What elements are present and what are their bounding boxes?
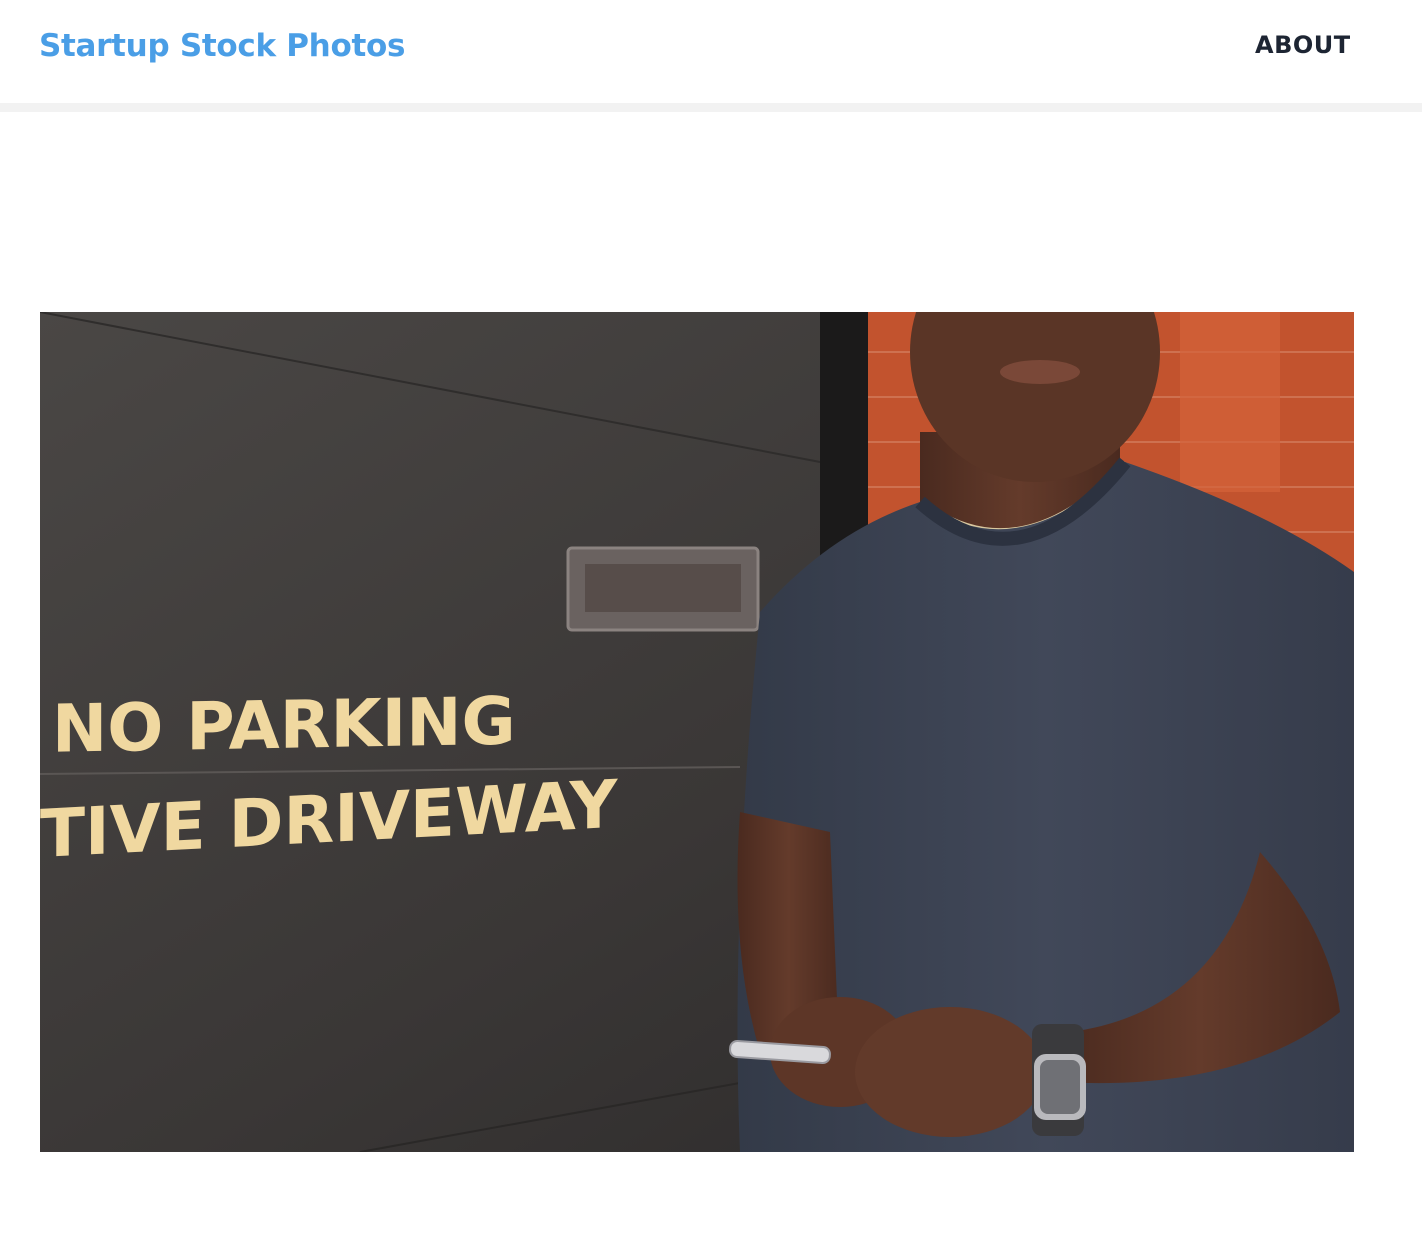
nav-about-link[interactable]: ABOUT [1255, 28, 1351, 62]
sign-text-line-1: NO PARKING [52, 683, 516, 768]
brick-pillar [1180, 312, 1280, 492]
site-logo-link[interactable]: Startup Stock Photos [39, 26, 405, 66]
photo-illustration: NO PARKING TIVE DRIVEWAY [40, 312, 1354, 1152]
featured-photo[interactable]: NO PARKING TIVE DRIVEWAY [40, 312, 1354, 1152]
person-lips [1000, 360, 1080, 384]
mail-slot-inner [585, 564, 741, 612]
site-header: Startup Stock Photos ABOUT [0, 0, 1422, 103]
person-right-hand [855, 1007, 1045, 1137]
watch-screen [1040, 1060, 1080, 1114]
header-divider [0, 103, 1422, 112]
